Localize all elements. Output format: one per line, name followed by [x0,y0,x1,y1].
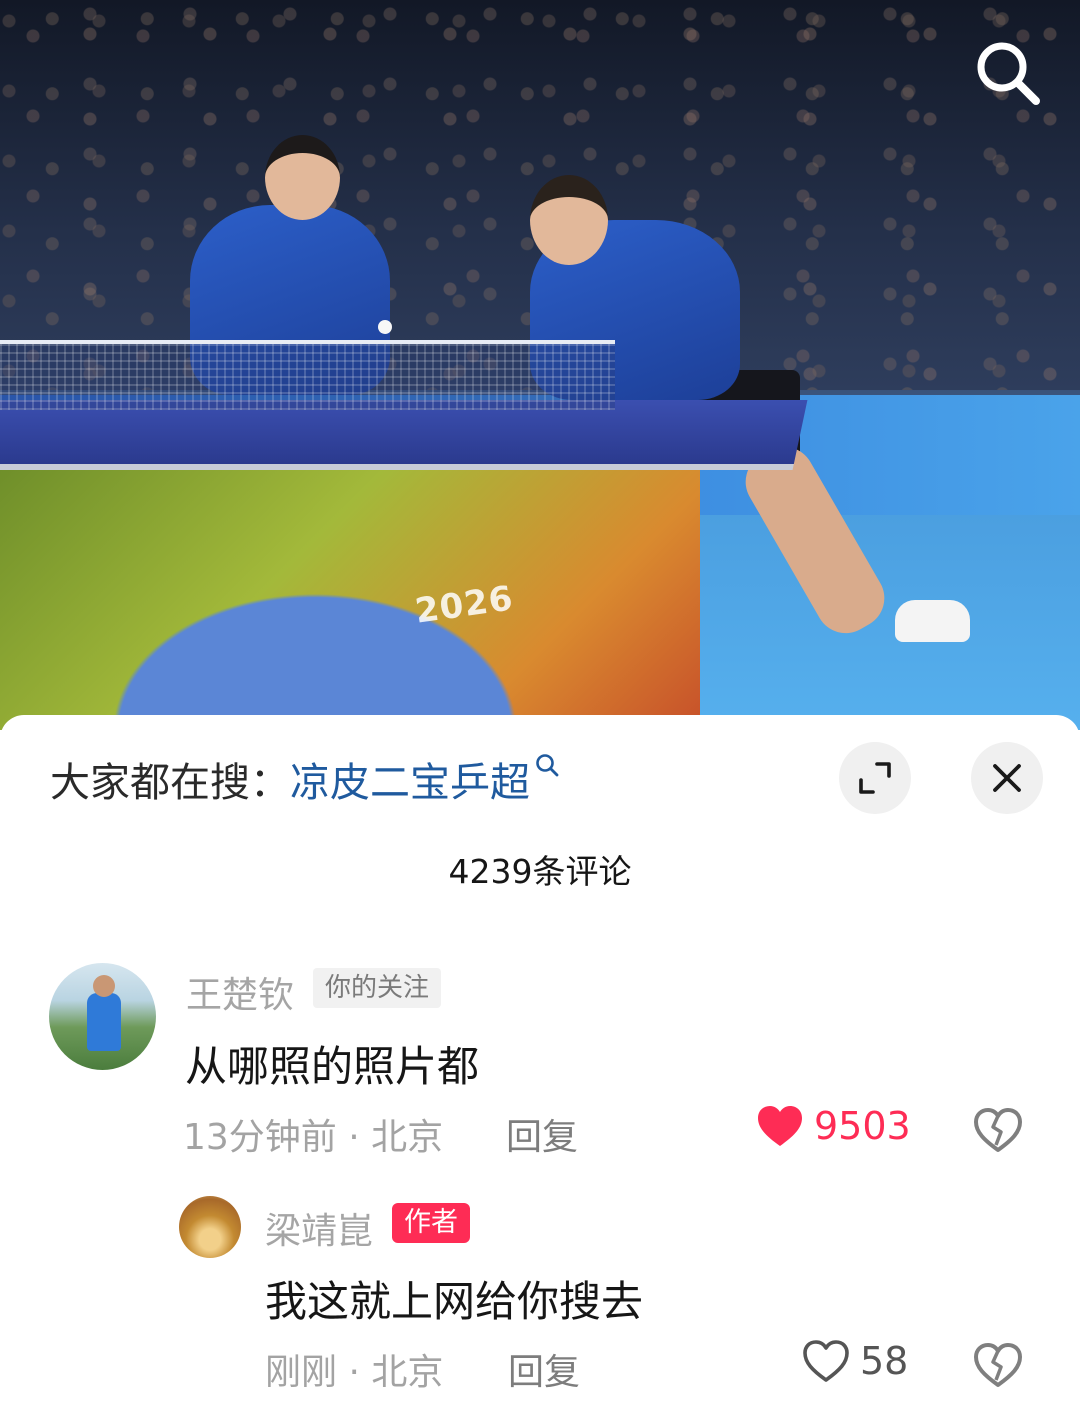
comment-meta: 刚刚 · 北京 [265,1352,444,1393]
dislike-button[interactable] [973,1340,1023,1390]
trending-prefix: 大家都在搜： [50,760,290,806]
comment-username[interactable]: 梁靖崑 [265,1202,373,1254]
table-net [0,340,615,410]
player-right-head [530,175,608,265]
trending-search[interactable]: 大家都在搜： 凉皮二宝乒超 [50,752,560,806]
dislike-button[interactable] [973,1105,1023,1155]
avatar-figure [87,993,121,1051]
like-count: 9503 [814,1104,911,1148]
broken-heart-icon [974,1108,1022,1152]
comment-text[interactable]: 从哪照的照片都 [185,1033,479,1094]
author-badge: 作者 [392,1203,470,1243]
player-left-head [265,135,340,220]
expand-button[interactable] [839,742,911,814]
avatar[interactable] [49,963,156,1070]
comment-meta: 13分钟前 · 北京 [183,1117,444,1158]
following-badge: 你的关注 [313,968,442,1008]
like-button[interactable]: 58 [802,1339,908,1383]
player-right-shoe [895,600,970,642]
search-small-icon [536,754,559,777]
reply-button[interactable]: 回复 [508,1343,580,1395]
search-icon [977,42,1040,105]
reply-button[interactable]: 回复 [506,1108,578,1160]
comment-username[interactable]: 王楚钦 [186,966,294,1018]
close-button[interactable] [971,742,1043,814]
heart-filled-icon [758,1106,802,1146]
avatar[interactable] [179,1196,241,1258]
search-button[interactable] [968,34,1046,112]
trending-query[interactable]: 凉皮二宝乒超 [290,750,530,808]
comment-count: 4239条评论 [448,852,632,891]
ping-pong-ball [378,320,392,334]
close-icon [993,764,1021,792]
video-frame[interactable]: 2026 [0,0,1080,730]
expand-icon [859,762,891,794]
comment-text[interactable]: 我这就上网给你搜去 [265,1268,643,1329]
like-button[interactable]: 9503 [756,1104,911,1148]
table-base [0,470,700,730]
heart-outline-icon [803,1340,849,1382]
like-count: 58 [860,1339,909,1383]
table-top [0,400,808,470]
avatar-face [93,975,115,997]
broken-heart-icon [974,1343,1022,1387]
